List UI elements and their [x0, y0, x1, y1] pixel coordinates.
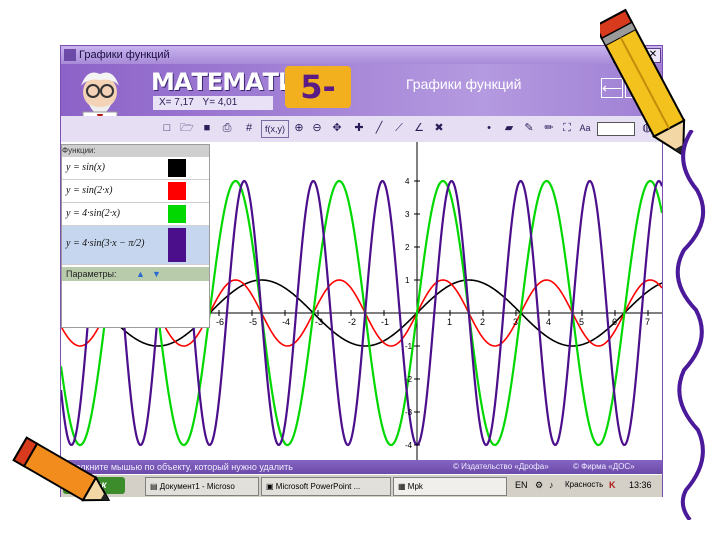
function-formula: y = 4·sin(2·x)	[66, 208, 120, 219]
x-tick-label: 5	[579, 317, 584, 327]
function-color-swatch[interactable]	[168, 182, 186, 200]
pan-icon[interactable]: ✥	[329, 120, 345, 136]
parameters-bar: Параметры: ▲ ▼	[62, 267, 209, 281]
banner-title: Графики функций	[406, 76, 522, 92]
function-row-selected[interactable]: y = 4·sin(3·x − π/2)	[62, 226, 209, 265]
x-tick-label: 2	[480, 317, 485, 327]
x-tick-label: -5	[249, 317, 257, 327]
tray-icon[interactable]: ⚙	[535, 475, 543, 495]
eraser-icon[interactable]: ▰	[501, 120, 517, 136]
app-banner: МАТЕМАТИКА 5-11 X= 7,17 Y= 4,01 Графики …	[61, 64, 662, 116]
y-tick-label: -1	[405, 342, 413, 351]
tray-volume-icon[interactable]: ♪	[549, 475, 554, 495]
status-bar: Щелкните мышью по объекту, который нужно…	[61, 460, 662, 474]
arrow-up-icon[interactable]: ▲	[136, 267, 145, 281]
coord-y: Y= 4,01	[202, 97, 238, 108]
function-color-swatch[interactable]	[168, 159, 186, 177]
x-tick-label: -1	[381, 317, 389, 327]
swirl-decoration-icon	[675, 130, 706, 520]
task-button[interactable]: ▤ Документ1 - Microso	[145, 477, 259, 496]
y-tick-label: -2	[405, 375, 413, 384]
zoom-in-icon[interactable]: ⊕	[291, 120, 307, 136]
angle-icon[interactable]: ∠	[411, 120, 427, 136]
word-icon: ▤	[150, 482, 158, 491]
function-color-swatch[interactable]	[168, 228, 186, 262]
functions-panel: Функции: y = sin(x) y = sin(2·x) y = 4·s…	[61, 144, 210, 328]
toolbar: □ 🗁 ■ ⎙ # f(x,y) ⊕ ⊖ ✥ ✚ ╱ ⟋ ∠ ✖ • ▰ ✎ ✏…	[61, 116, 662, 143]
x-tick-label: 3	[513, 317, 518, 327]
parameters-label: Параметры:	[66, 269, 117, 279]
new-file-icon[interactable]: □	[159, 120, 175, 136]
taskbar: ⊞ пуск ▤ Документ1 - Microso ▣ Microsoft…	[61, 474, 662, 497]
function-row[interactable]: y = 4·sin(2·x)	[62, 203, 209, 226]
app-task-icon: ▦	[398, 482, 406, 491]
x-tick-label: 4	[546, 317, 551, 327]
y-tick-label: 4	[405, 177, 410, 186]
x-tick-label: -6	[216, 317, 224, 327]
save-icon[interactable]: ■	[199, 120, 215, 136]
professor-mascot-icon	[81, 72, 119, 116]
app-icon	[64, 49, 76, 61]
task-label: Mpk	[407, 482, 423, 491]
title-bar: Графики функций _ ▢ ✕	[61, 46, 662, 64]
window-title: Графики функций	[79, 49, 170, 61]
y-tick-label: -4	[405, 441, 413, 450]
task-label: Документ1 - Microso	[159, 482, 235, 491]
task-label: Microsoft PowerPoint ...	[275, 482, 361, 491]
x-tick-label: -2	[348, 317, 356, 327]
x-tick-label: 6	[612, 317, 617, 327]
function-color-swatch[interactable]	[168, 205, 186, 223]
powerpoint-icon: ▣	[266, 482, 274, 491]
function-formula: y = sin(x)	[66, 162, 105, 173]
task-button-active[interactable]: ▦ Mpk	[393, 477, 507, 496]
x-tick-label: -3	[315, 317, 323, 327]
open-file-icon[interactable]: 🗁	[179, 120, 195, 136]
x-tick-label: -4	[282, 317, 290, 327]
text-tool[interactable]: Aa	[577, 120, 593, 136]
coord-x: X= 7,17	[159, 97, 194, 108]
pencil-decoration-icon	[12, 436, 111, 502]
grade-badge: 5-11	[285, 66, 351, 116]
dot-icon[interactable]: •	[481, 120, 497, 136]
brush-icon[interactable]: ✎	[521, 120, 537, 136]
fxy-button[interactable]: f(x,y)	[261, 120, 289, 138]
copyright-drofa: © Издательство «Дрофа»	[453, 462, 549, 471]
clock: 13:36	[629, 480, 652, 490]
x-tick-label: 7	[645, 317, 650, 327]
function-row[interactable]: y = sin(x)	[62, 157, 209, 180]
print-icon[interactable]: ⎙	[219, 120, 235, 136]
y-tick-label: 2	[405, 243, 410, 252]
line-tool-icon[interactable]: ╱	[371, 120, 387, 136]
y-tick-label: -3	[405, 408, 413, 417]
pencil-icon[interactable]: ✏	[541, 120, 557, 136]
copyright-dos: © Фирма «ДОС»	[573, 462, 635, 471]
point-tool-icon[interactable]: ✚	[351, 120, 367, 136]
tray-label: Красность	[565, 480, 604, 489]
cursor-coords: X= 7,17 Y= 4,01	[153, 96, 273, 110]
task-button[interactable]: ▣ Microsoft PowerPoint ...	[261, 477, 391, 496]
fill-icon[interactable]: ⛶	[559, 120, 575, 136]
function-formula: y = 4·sin(3·x − π/2)	[66, 238, 145, 249]
language-indicator[interactable]: EN	[515, 475, 528, 495]
grid-icon[interactable]: #	[241, 120, 257, 136]
y-tick-label: 1	[405, 276, 410, 285]
app-window: Графики функций _ ▢ ✕ МАТЕМАТИКА 5-11 X=…	[60, 45, 663, 497]
delete-icon[interactable]: ✖	[431, 120, 447, 136]
zoom-out-icon[interactable]: ⊖	[309, 120, 325, 136]
y-tick-label: 3	[405, 210, 410, 219]
ruler-icon[interactable]: ⟋	[391, 120, 407, 136]
brand-title: МАТЕМАТИКА	[151, 68, 334, 96]
function-row[interactable]: y = sin(2·x)	[62, 180, 209, 203]
function-formula: y = sin(2·x)	[66, 185, 113, 196]
antivirus-icon[interactable]: K	[609, 475, 616, 495]
x-tick-label: 1	[447, 317, 452, 327]
functions-header: Функции:	[62, 145, 209, 157]
arrow-down-icon[interactable]: ▼	[152, 267, 161, 281]
